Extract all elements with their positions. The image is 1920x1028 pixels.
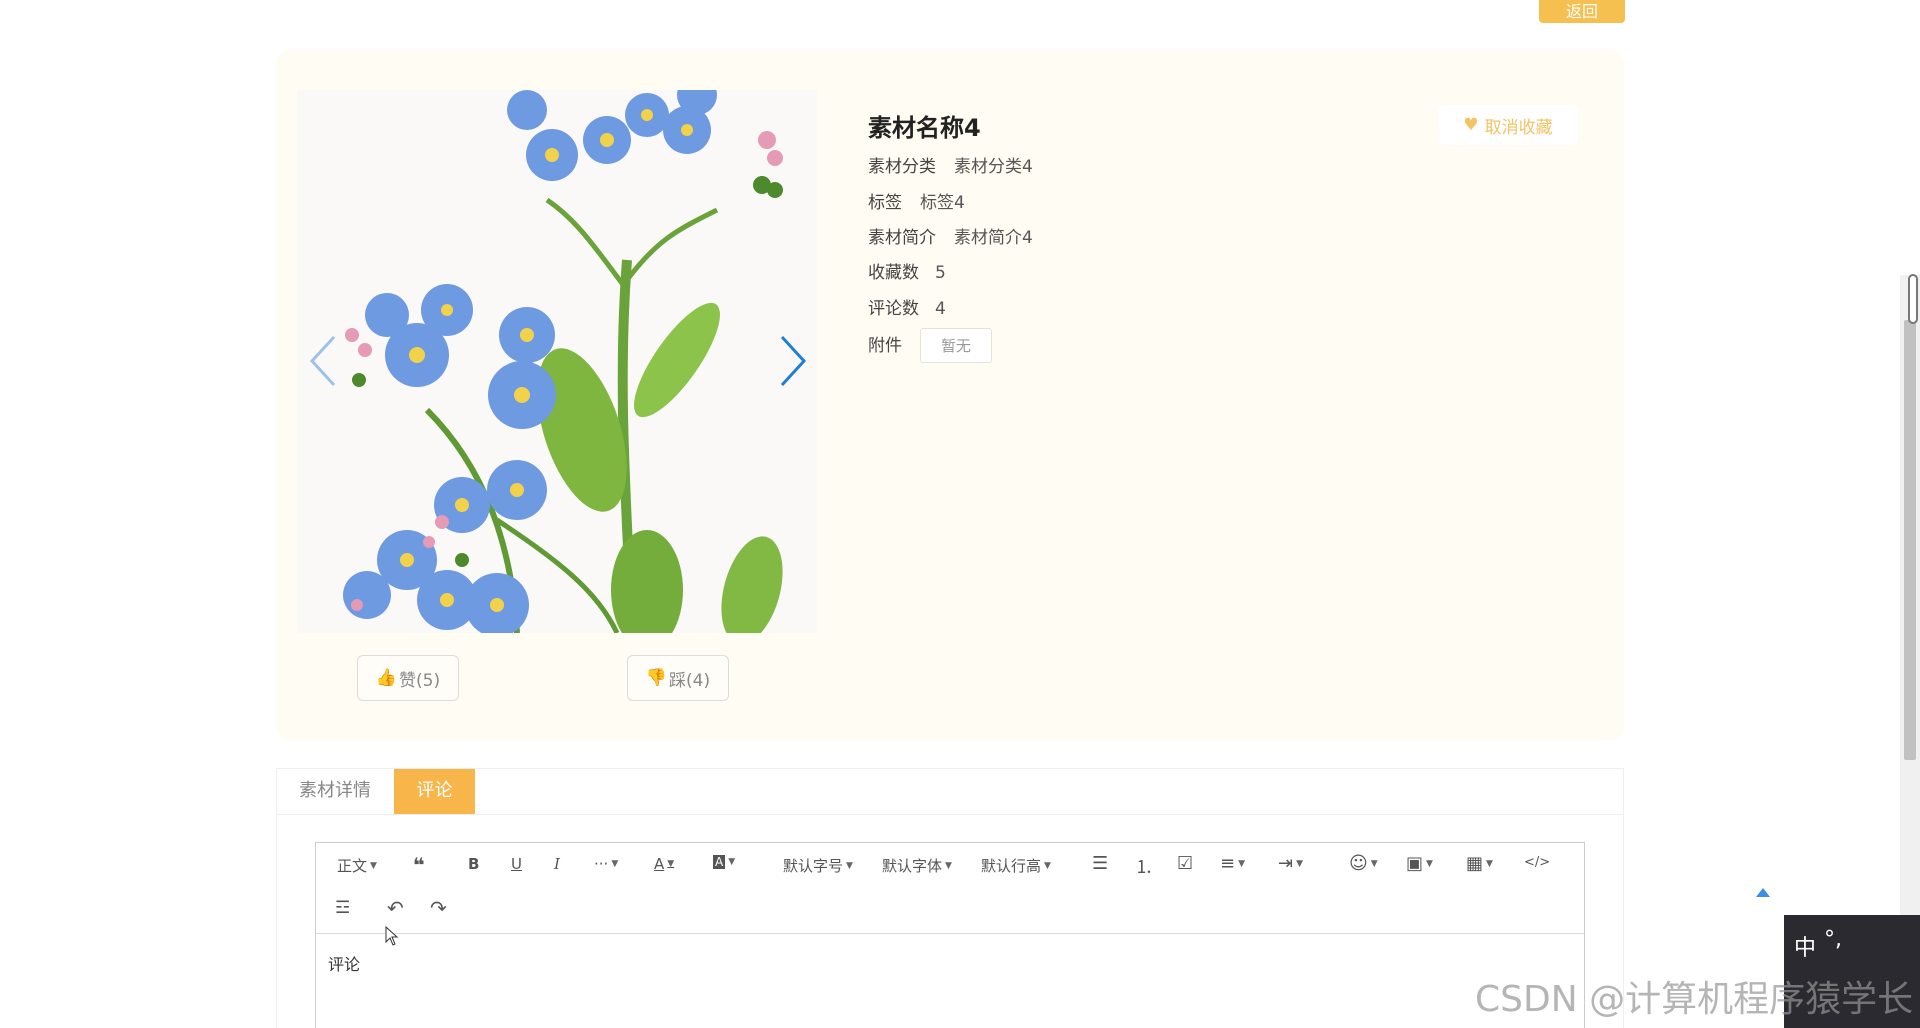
font-family-label: 默认字体 [882, 857, 943, 875]
scrollbar-thumb[interactable] [1904, 320, 1916, 760]
info-row-intro: 素材简介 素材简介4 [868, 223, 1033, 248]
dislike-label: 踩(4) [669, 670, 711, 691]
ime-mode-label: 中 [1794, 936, 1817, 961]
bold-icon[interactable]: B [468, 855, 479, 873]
info-row-category: 素材分类 素材分类4 [868, 152, 1033, 177]
info-label: 素材分类 [868, 157, 936, 177]
image-carousel[interactable] [297, 90, 817, 633]
info-value: 4 [935, 299, 946, 319]
unfavorite-button[interactable]: ♥ 取消收藏 [1438, 105, 1578, 145]
image-icon[interactable]: ▣ ▼ [1406, 853, 1433, 874]
carousel-next-arrow-icon[interactable] [776, 335, 810, 387]
carousel-prev-arrow-icon[interactable] [306, 335, 340, 387]
more-styles-icon[interactable]: ··· ▼ [594, 855, 618, 873]
like-label: 赞(5) [399, 670, 441, 691]
tab-comments[interactable]: 评论 [394, 769, 475, 814]
back-button[interactable]: 返回 [1539, 0, 1625, 23]
indent-icon[interactable]: ⇥ ▼ [1278, 853, 1303, 874]
font-size-select[interactable]: 默认字号 ▼ [783, 855, 853, 876]
info-label: 标签 [868, 193, 902, 213]
flower-image [297, 90, 817, 633]
line-height-label: 默认行高 [981, 857, 1042, 875]
info-row-comments: 评论数 4 [868, 294, 946, 319]
info-value: 标签4 [920, 193, 965, 213]
line-height-select[interactable]: 默认行高 ▼ [981, 855, 1051, 876]
redo-icon[interactable]: ↷ [430, 896, 447, 920]
comment-editor[interactable]: 正文 ▼ ❝ B U I ··· ▼ A ▼ A ▼ 默认字号 ▼ 默认字体 ▼ 默认行高 ▼… [315, 842, 1585, 1028]
font-color-icon[interactable]: A ▼ [654, 855, 674, 873]
editor-content[interactable]: 评论 [328, 951, 360, 975]
chevron-down-icon: ▼ [370, 860, 377, 871]
emoji-icon[interactable]: ☺ ▼ [1349, 853, 1378, 874]
quote-icon[interactable]: ❝ [413, 853, 425, 877]
paragraph-label: 正文 [337, 857, 368, 875]
info-label: 收藏数 [868, 263, 919, 283]
tab-material-detail[interactable]: 素材详情 [277, 769, 393, 814]
watermark: CSDN @计算机程序猿学长 [1475, 979, 1914, 1020]
info-row-attachment: 附件 暂无 [868, 328, 993, 363]
numbered-list-icon[interactable]: ⒈ [1135, 853, 1153, 879]
info-row-tag: 标签 标签4 [868, 188, 965, 213]
underline-icon[interactable]: U [511, 855, 522, 873]
bullet-list-icon[interactable]: ☰ [1092, 853, 1108, 874]
info-row-favorites: 收藏数 5 [868, 258, 946, 283]
tab-bar: 素材详情 评论 [277, 769, 1623, 815]
heart-icon: ♥ [1463, 115, 1479, 135]
info-value: 5 [935, 263, 946, 283]
divider-icon[interactable]: ☲ [335, 898, 350, 918]
info-label: 素材简介 [868, 228, 936, 248]
code-icon[interactable]: </> [1524, 855, 1550, 870]
scroll-to-top-icon[interactable] [1756, 888, 1770, 897]
background-color-icon[interactable]: A ▼ [713, 855, 735, 869]
material-title: 素材名称4 [868, 114, 981, 142]
attachment-box[interactable]: 暂无 [920, 328, 993, 363]
info-label: 评论数 [868, 299, 919, 319]
info-value: 素材简介4 [954, 228, 1033, 248]
undo-icon[interactable]: ↶ [387, 896, 404, 920]
like-button[interactable]: 👍 赞(5) [357, 655, 459, 701]
table-icon[interactable]: ▦ ▼ [1466, 853, 1493, 874]
paragraph-select[interactable]: 正文 ▼ [337, 855, 377, 876]
thumbs-down-icon: 👎 [645, 668, 668, 688]
italic-icon[interactable]: I [554, 855, 560, 873]
todo-list-icon[interactable]: ☑ [1177, 853, 1193, 874]
unfavorite-label: 取消收藏 [1484, 117, 1553, 138]
thumbs-up-icon: 👍 [375, 668, 398, 688]
mouse-cursor-icon [385, 926, 399, 946]
info-value: 素材分类4 [954, 157, 1033, 177]
editor-toolbar: 正文 ▼ ❝ B U I ··· ▼ A ▼ A ▼ 默认字号 ▼ 默认字体 ▼ 默认行高 ▼… [316, 843, 1584, 934]
align-icon[interactable]: ≡ ▼ [1220, 853, 1245, 874]
info-label: 附件 [868, 335, 902, 356]
font-size-label: 默认字号 [783, 857, 844, 875]
scroll-handle[interactable] [1908, 274, 1918, 324]
font-family-select[interactable]: 默认字体 ▼ [882, 855, 952, 876]
ime-punct-label: °, [1824, 927, 1842, 952]
dislike-button[interactable]: 👎 踩(4) [627, 655, 729, 701]
